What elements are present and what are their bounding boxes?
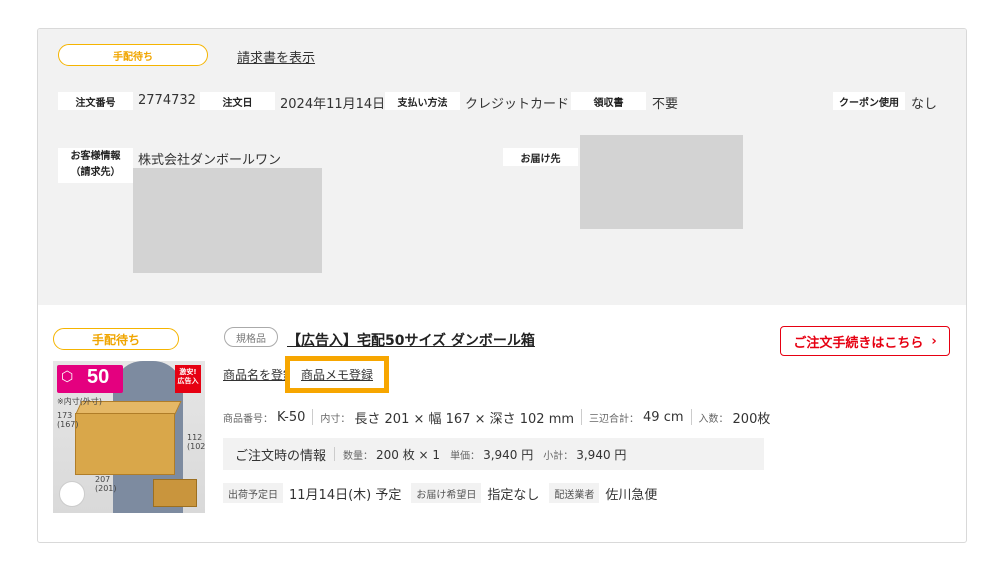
unit-price-label: 単価： <box>450 450 481 462</box>
unit-price: 3,940 円 <box>483 447 534 462</box>
order-number-label: 注文番号 <box>58 92 133 110</box>
divider <box>334 447 336 461</box>
payment-method: クレジットカード <box>465 97 570 112</box>
subtotal-label: 小計： <box>543 450 574 462</box>
pack-qty: 200枚 <box>732 411 771 427</box>
dim-bottom-outer: (201) <box>95 484 117 493</box>
receipt-value: 不要 <box>652 97 679 112</box>
divider <box>312 409 314 425</box>
size-badge: ⬡ 50 <box>57 365 123 393</box>
quantity-label: 数量： <box>343 450 374 462</box>
desired-date-label: お届け希望日 <box>411 483 482 503</box>
box-icon: ⬡ <box>61 369 74 385</box>
dim-left-outer: (167) <box>57 420 79 429</box>
deal-line1: 激安! <box>179 368 197 376</box>
dim-left-value: 173 <box>57 411 73 420</box>
order-card: 手配待ち 請求書を表示 注文番号 2774732 注文日 2024年11月14日… <box>37 28 967 543</box>
product-image: ⬡ 50 激安! 広告入 ※内寸(外寸) 173 (167) 112 (102)… <box>53 361 205 513</box>
size-number: 50 <box>87 366 110 388</box>
ship-date-label: 出荷予定日 <box>223 483 283 503</box>
logo-circle <box>59 481 85 507</box>
order-number: 2774732 <box>138 93 196 108</box>
carrier-label: 配送業者 <box>549 483 600 503</box>
customer-name: 株式会社ダンボールワン <box>138 153 282 168</box>
product-memo-link[interactable]: 商品メモ登録 <box>301 366 373 383</box>
deal-badge: 激安! 広告入 <box>175 365 201 393</box>
carrier: 佐川急便 <box>605 487 658 503</box>
mini-box-shape <box>153 479 197 507</box>
desired-date: 指定なし <box>487 487 540 503</box>
quantity-value: 200 枚 × 1 <box>376 447 441 462</box>
receipt-label: 領収書 <box>571 92 646 110</box>
dim-left: 173 (167) <box>57 411 79 429</box>
inner-size-label: 内寸： <box>320 413 351 425</box>
product-code-label: 商品番号： <box>223 413 273 425</box>
product-type-tag: 規格品 <box>224 327 278 347</box>
chevron-right-icon: › <box>931 333 937 349</box>
subtotal: 3,940 円 <box>576 447 627 462</box>
order-time-info: ご注文時の情報 数量： 200 枚 × 1 単価： 3,940 円 小計： 3,… <box>223 438 764 470</box>
item-status-badge: 手配待ち <box>53 328 179 350</box>
dim-right-outer: (102) <box>187 442 205 451</box>
dim-bottom: 207 (201) <box>95 475 117 493</box>
redacted-delivery-address <box>580 135 743 229</box>
order-date-label: 注文日 <box>200 92 275 110</box>
shipping-row: 出荷予定日 11月14日(木) 予定 お届け希望日 指定なし 配送業者 佐川急便 <box>223 482 667 504</box>
order-summary-panel: 手配待ち 請求書を表示 注文番号 2774732 注文日 2024年11月14日… <box>38 29 966 305</box>
product-code: K-50 <box>277 409 306 425</box>
divider <box>581 409 583 425</box>
customer-info-label-line2: （請求先） <box>70 167 121 178</box>
inner-note: ※内寸(外寸) <box>57 397 102 406</box>
order-time-heading: ご注文時の情報 <box>235 448 327 464</box>
order-procedure-button[interactable]: ご注文手続きはこちら › <box>780 326 950 356</box>
dim-right: 112 (102) <box>187 433 205 451</box>
delivery-label: お届け先 <box>503 148 578 166</box>
coupon-value: なし <box>911 97 938 112</box>
deal-line2: 広告入 <box>177 377 199 385</box>
order-procedure-label: ご注文手続きはこちら <box>793 335 924 351</box>
coupon-label: クーポン使用 <box>833 92 905 110</box>
customer-info-label-line1: お客様情報 <box>70 151 121 162</box>
box-shape <box>75 413 175 475</box>
product-title-link[interactable]: 【広告入】宅配50サイズ ダンボール箱 <box>287 330 535 350</box>
customer-info-label: お客様情報 （請求先） <box>58 148 133 183</box>
payment-label: 支払い方法 <box>385 92 460 110</box>
product-memo-highlight[interactable]: 商品メモ登録 <box>285 356 389 393</box>
inner-size: 長さ 201 × 幅 167 × 深さ 102 mm <box>354 411 575 427</box>
order-date: 2024年11月14日 <box>280 97 386 112</box>
product-spec-row: 商品番号： K-50 内寸： 長さ 201 × 幅 167 × 深さ 102 m… <box>223 407 770 427</box>
divider <box>690 409 692 425</box>
dim-bottom-value: 207 <box>95 475 111 484</box>
three-side-sum-label: 三辺合計： <box>589 413 640 425</box>
invoice-link[interactable]: 請求書を表示 <box>237 47 315 66</box>
dim-right-value: 112 <box>187 433 203 442</box>
status-badge: 手配待ち <box>58 44 208 66</box>
ship-date: 11月14日(木) 予定 <box>289 487 402 503</box>
pack-qty-label: 入数： <box>698 413 729 425</box>
redacted-billing-address <box>133 168 322 273</box>
three-side-sum: 49 cm <box>643 409 684 425</box>
